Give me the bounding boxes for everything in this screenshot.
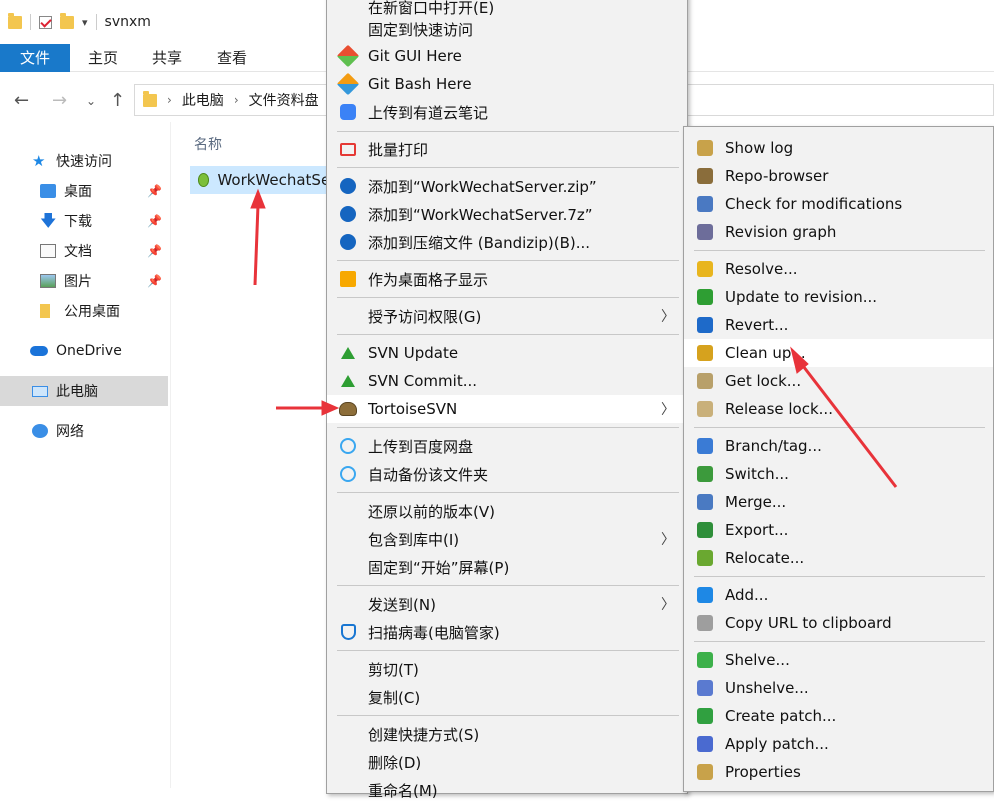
annotation-arrows [250, 188, 898, 488]
annotation-arrowhead-tortoise [321, 400, 340, 416]
annotation-arrow-cleanup [798, 361, 898, 488]
annotation-arrowhead-file [250, 188, 266, 209]
annotation-arrow-file [253, 204, 260, 286]
